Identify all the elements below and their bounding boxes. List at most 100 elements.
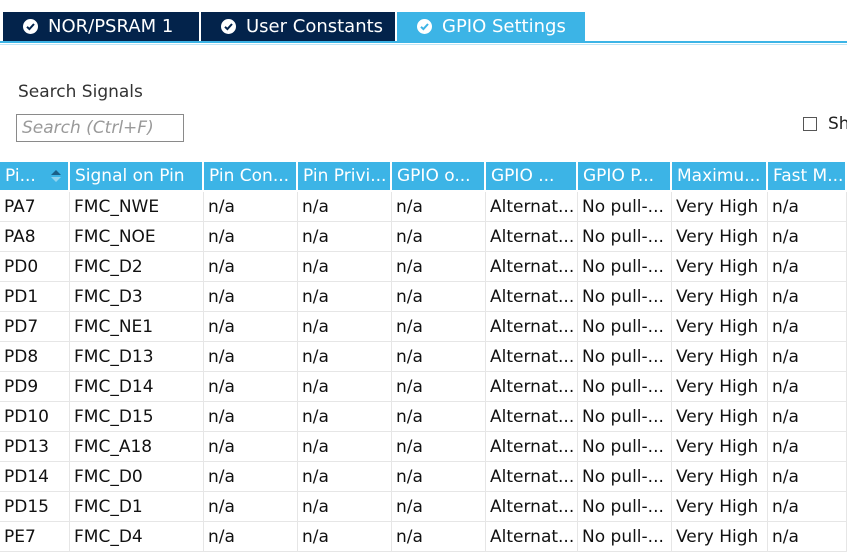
cell-maximum-output-speed[interactable]: Very High <box>672 492 768 522</box>
cell-maximum-output-speed[interactable]: Very High <box>672 282 768 312</box>
cell-pin-context[interactable]: n/a <box>204 432 298 462</box>
cell-pin-privilege[interactable]: n/a <box>298 492 392 522</box>
cell-pin[interactable]: PA7 <box>0 192 70 222</box>
cell-maximum-output-speed[interactable]: Very High <box>672 462 768 492</box>
cell-gpio-mode[interactable]: Alternat... <box>486 222 578 252</box>
cell-gpio-pull[interactable]: No pull-... <box>578 522 672 552</box>
table-row[interactable]: PD15 FMC_D1 n/a n/a n/a Alternat... No pull-..… <box>0 492 847 522</box>
cell-signal-on-pin[interactable]: FMC_NOE <box>70 222 204 252</box>
cell-gpio-mode[interactable]: Alternat... <box>486 402 578 432</box>
cell-pin-privilege[interactable]: n/a <box>298 372 392 402</box>
search-input[interactable] <box>16 114 184 142</box>
table-row[interactable]: PD14 FMC_D0 n/a n/a n/a Alternat... No pull-..… <box>0 462 847 492</box>
table-row[interactable]: PD1 FMC_D3 n/a n/a n/a Alternat... No pull-...… <box>0 282 847 312</box>
cell-fast-mode[interactable]: n/a <box>768 282 847 312</box>
cell-pin[interactable]: PD9 <box>0 372 70 402</box>
cell-gpio-mode[interactable]: Alternat... <box>486 312 578 342</box>
cell-gpio-output-level[interactable]: n/a <box>392 372 486 402</box>
cell-maximum-output-speed[interactable]: Very High <box>672 222 768 252</box>
cell-maximum-output-speed[interactable]: Very High <box>672 192 768 222</box>
column-header-gpio-mode[interactable]: GPIO ... <box>486 162 578 190</box>
cell-signal-on-pin[interactable]: FMC_NE1 <box>70 312 204 342</box>
cell-gpio-pull[interactable]: No pull-... <box>578 312 672 342</box>
cell-pin-context[interactable]: n/a <box>204 192 298 222</box>
cell-pin-privilege[interactable]: n/a <box>298 252 392 282</box>
cell-gpio-mode[interactable]: Alternat... <box>486 282 578 312</box>
cell-pin[interactable]: PD15 <box>0 492 70 522</box>
table-row[interactable]: PE7 FMC_D4 n/a n/a n/a Alternat... No pull-...… <box>0 522 847 552</box>
cell-pin[interactable]: PE7 <box>0 522 70 552</box>
cell-gpio-output-level[interactable]: n/a <box>392 402 486 432</box>
cell-pin[interactable]: PD13 <box>0 432 70 462</box>
cell-gpio-pull[interactable]: No pull-... <box>578 342 672 372</box>
cell-pin-privilege[interactable]: n/a <box>298 282 392 312</box>
tab-user-constants[interactable]: User Constants <box>201 12 395 41</box>
cell-pin-context[interactable]: n/a <box>204 522 298 552</box>
column-header-pin-context[interactable]: Pin Con... <box>204 162 298 190</box>
column-header-pin[interactable]: Pi... <box>0 162 70 190</box>
cell-fast-mode[interactable]: n/a <box>768 432 847 462</box>
cell-pin[interactable]: PD14 <box>0 462 70 492</box>
table-row[interactable]: PA7 FMC_NWE n/a n/a n/a Alternat... No pull-..… <box>0 192 847 222</box>
cell-gpio-output-level[interactable]: n/a <box>392 252 486 282</box>
cell-signal-on-pin[interactable]: FMC_A18 <box>70 432 204 462</box>
table-row[interactable]: PD13 FMC_A18 n/a n/a n/a Alternat... No pull-.… <box>0 432 847 462</box>
cell-pin[interactable]: PD7 <box>0 312 70 342</box>
cell-fast-mode[interactable]: n/a <box>768 342 847 372</box>
cell-fast-mode[interactable]: n/a <box>768 312 847 342</box>
cell-pin-context[interactable]: n/a <box>204 372 298 402</box>
cell-gpio-pull[interactable]: No pull-... <box>578 462 672 492</box>
cell-gpio-pull[interactable]: No pull-... <box>578 192 672 222</box>
cell-fast-mode[interactable]: n/a <box>768 522 847 552</box>
cell-fast-mode[interactable]: n/a <box>768 402 847 432</box>
cell-pin[interactable]: PA8 <box>0 222 70 252</box>
cell-signal-on-pin[interactable]: FMC_D0 <box>70 462 204 492</box>
column-header-signal-on-pin[interactable]: Signal on Pin <box>70 162 204 190</box>
table-row[interactable]: PD9 FMC_D14 n/a n/a n/a Alternat... No pull-..… <box>0 372 847 402</box>
cell-gpio-mode[interactable]: Alternat... <box>486 462 578 492</box>
cell-gpio-output-level[interactable]: n/a <box>392 492 486 522</box>
cell-fast-mode[interactable]: n/a <box>768 222 847 252</box>
cell-gpio-output-level[interactable]: n/a <box>392 192 486 222</box>
cell-maximum-output-speed[interactable]: Very High <box>672 522 768 552</box>
cell-gpio-output-level[interactable]: n/a <box>392 432 486 462</box>
cell-pin-context[interactable]: n/a <box>204 342 298 372</box>
cell-gpio-mode[interactable]: Alternat... <box>486 342 578 372</box>
cell-maximum-output-speed[interactable]: Very High <box>672 312 768 342</box>
cell-gpio-mode[interactable]: Alternat... <box>486 192 578 222</box>
cell-gpio-output-level[interactable]: n/a <box>392 522 486 552</box>
cell-fast-mode[interactable]: n/a <box>768 252 847 282</box>
table-row[interactable]: PD8 FMC_D13 n/a n/a n/a Alternat... No pull-..… <box>0 342 847 372</box>
cell-maximum-output-speed[interactable]: Very High <box>672 432 768 462</box>
cell-gpio-mode[interactable]: Alternat... <box>486 252 578 282</box>
cell-gpio-output-level[interactable]: n/a <box>392 222 486 252</box>
column-header-maximum-output-speed[interactable]: Maximu... <box>672 162 768 190</box>
show-checkbox[interactable] <box>803 117 817 131</box>
table-row[interactable]: PD10 FMC_D15 n/a n/a n/a Alternat... No pull-.… <box>0 402 847 432</box>
cell-signal-on-pin[interactable]: FMC_D14 <box>70 372 204 402</box>
cell-pin-context[interactable]: n/a <box>204 312 298 342</box>
cell-gpio-pull[interactable]: No pull-... <box>578 492 672 522</box>
cell-fast-mode[interactable]: n/a <box>768 192 847 222</box>
cell-pin[interactable]: PD10 <box>0 402 70 432</box>
table-row[interactable]: PD0 FMC_D2 n/a n/a n/a Alternat... No pull-...… <box>0 252 847 282</box>
cell-maximum-output-speed[interactable]: Very High <box>672 402 768 432</box>
cell-maximum-output-speed[interactable]: Very High <box>672 342 768 372</box>
table-row[interactable]: PA8 FMC_NOE n/a n/a n/a Alternat... No pull-..… <box>0 222 847 252</box>
column-header-gpio-pull[interactable]: GPIO P... <box>578 162 672 190</box>
cell-gpio-pull[interactable]: No pull-... <box>578 252 672 282</box>
cell-pin-privilege[interactable]: n/a <box>298 342 392 372</box>
cell-gpio-output-level[interactable]: n/a <box>392 282 486 312</box>
column-header-gpio-output-level[interactable]: GPIO o... <box>392 162 486 190</box>
cell-gpio-output-level[interactable]: n/a <box>392 462 486 492</box>
cell-gpio-pull[interactable]: No pull-... <box>578 282 672 312</box>
cell-signal-on-pin[interactable]: FMC_NWE <box>70 192 204 222</box>
cell-pin-privilege[interactable]: n/a <box>298 432 392 462</box>
cell-gpio-pull[interactable]: No pull-... <box>578 402 672 432</box>
cell-fast-mode[interactable]: n/a <box>768 462 847 492</box>
cell-signal-on-pin[interactable]: FMC_D2 <box>70 252 204 282</box>
tab-nor-psram-1[interactable]: NOR/PSRAM 1 <box>3 12 199 41</box>
cell-pin-context[interactable]: n/a <box>204 222 298 252</box>
cell-gpio-mode[interactable]: Alternat... <box>486 372 578 402</box>
column-header-pin-privilege[interactable]: Pin Privi... <box>298 162 392 190</box>
